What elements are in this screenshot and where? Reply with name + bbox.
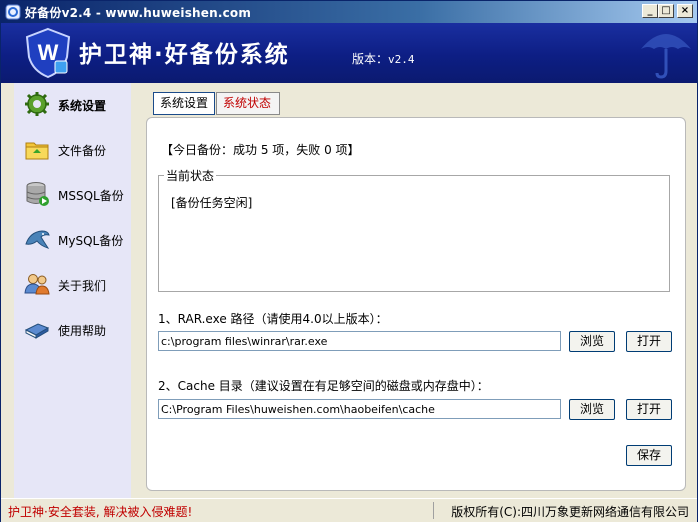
current-status-group xyxy=(158,175,670,292)
rar-path-input[interactable] xyxy=(158,331,561,351)
sidebar-item-file-backup[interactable]: 文件备份 xyxy=(14,134,131,164)
current-status-text: [备份任务空闲] xyxy=(171,196,253,210)
close-button[interactable]: × xyxy=(677,4,693,18)
sidebar: 系统设置 文件备份 MSSQL备份 MySQL备份 关于我们 使用帮助 xyxy=(14,83,131,498)
status-slogan: 护卫神·安全套装, 解决被入侵难题! xyxy=(8,505,193,519)
rar-path-label: 1、RAR.exe 路径（请使用4.0以上版本）： xyxy=(158,312,388,326)
sidebar-item-mssql-backup[interactable]: MSSQL备份 xyxy=(14,179,131,209)
cache-open-button[interactable]: 打开 xyxy=(626,399,672,420)
save-button[interactable]: 保存 xyxy=(626,445,672,466)
header-banner: W 护卫神·好备份系统 版本：v2.4 xyxy=(1,23,697,83)
dolphin-icon xyxy=(25,230,50,249)
folder-icon xyxy=(25,142,49,160)
sidebar-item-system-settings[interactable]: 系统设置 xyxy=(14,89,131,119)
banner-title: 护卫神·好备份系统 xyxy=(79,42,290,68)
cache-dir-input[interactable] xyxy=(158,399,561,419)
rar-open-button[interactable]: 打开 xyxy=(626,331,672,352)
main-panel xyxy=(146,117,686,491)
sidebar-item-label: MSSQL备份 xyxy=(58,189,124,203)
rar-browse-button[interactable]: 浏览 xyxy=(569,331,615,352)
app-window: 好备份v2.4 - www.huweishen.com _ □ × W 护卫神·… xyxy=(0,0,698,522)
sidebar-item-about-us[interactable]: 关于我们 xyxy=(14,269,131,299)
version-value: v2.4 xyxy=(388,53,415,66)
backup-summary: 【今日备份：成功 5 项，失败 0 项】 xyxy=(161,143,360,157)
maximize-button[interactable]: □ xyxy=(658,4,674,18)
title-bar[interactable]: 好备份v2.4 - www.huweishen.com _ □ × xyxy=(1,1,697,23)
shield-w-icon: W xyxy=(25,27,71,79)
sidebar-item-label: MySQL备份 xyxy=(58,234,124,248)
book-icon xyxy=(24,323,50,339)
minimize-button[interactable]: _ xyxy=(642,4,658,18)
sidebar-item-label: 使用帮助 xyxy=(58,324,107,338)
status-copyright: 版权所有(C):四川万象更新网络通信有限公司 xyxy=(451,505,689,519)
people-icon xyxy=(24,274,50,295)
cache-browse-button[interactable]: 浏览 xyxy=(569,399,615,420)
sidebar-item-help[interactable]: 使用帮助 xyxy=(14,314,131,344)
window-title: 好备份v2.4 - www.huweishen.com xyxy=(25,6,252,20)
app-icon xyxy=(5,4,21,20)
sidebar-item-label: 关于我们 xyxy=(58,279,107,293)
database-icon xyxy=(26,182,49,206)
cache-dir-label: 2、Cache 目录（建议设置在有足够空间的磁盘或内存盘中）： xyxy=(158,379,489,393)
status-bar: 护卫神·安全套装, 解决被入侵难题! 版权所有(C):四川万象更新网络通信有限公… xyxy=(1,498,697,522)
gear-icon xyxy=(25,92,49,116)
version-label: 版本：v2.4 xyxy=(352,50,415,67)
sidebar-item-mysql-backup[interactable]: MySQL备份 xyxy=(14,224,131,254)
sidebar-item-label: 系统设置 xyxy=(58,99,107,113)
current-status-legend: 当前状态 xyxy=(164,167,217,184)
status-separator xyxy=(433,502,434,519)
sidebar-item-label: 文件备份 xyxy=(58,144,107,158)
umbrella-icon xyxy=(641,34,691,79)
tab-system-status[interactable]: 系统状态 xyxy=(216,92,280,115)
version-prefix: 版本： xyxy=(352,52,389,66)
tab-system-settings[interactable]: 系统设置 xyxy=(153,92,215,115)
